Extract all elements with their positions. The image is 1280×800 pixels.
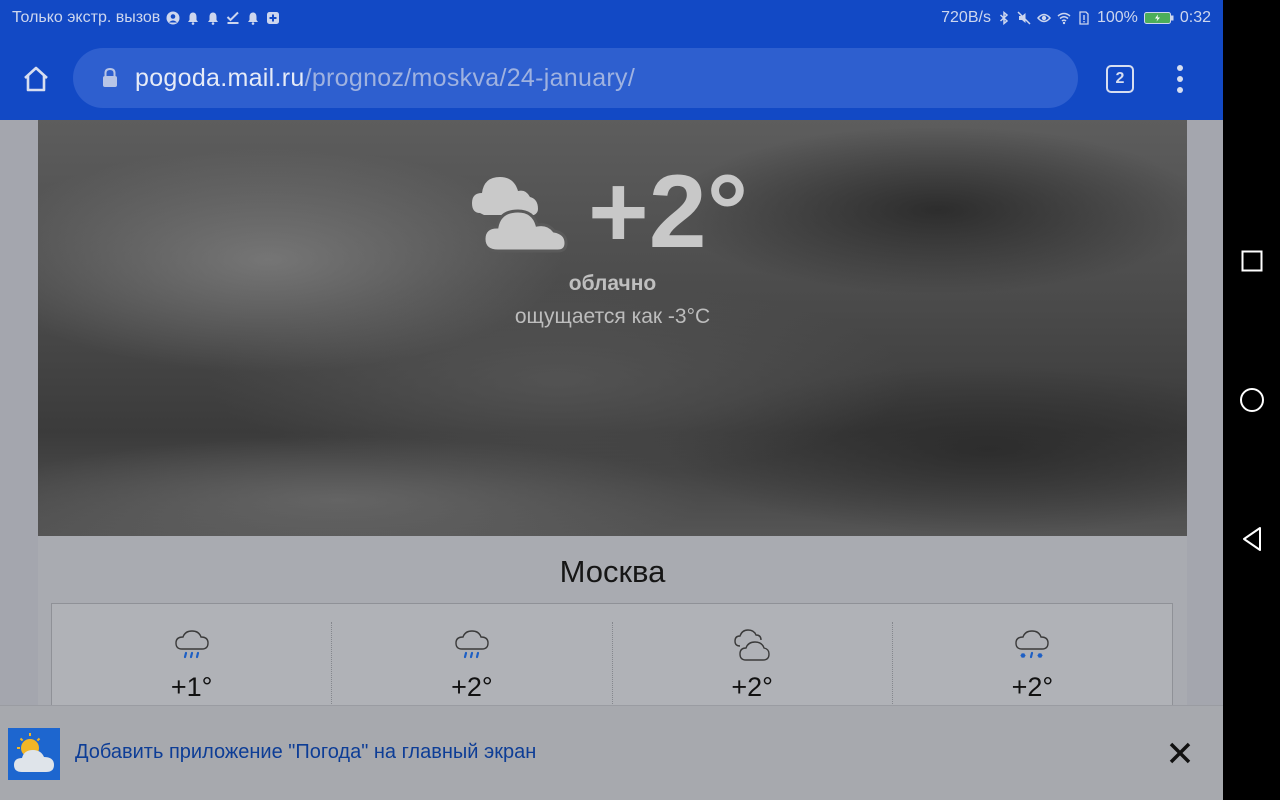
home-button[interactable] <box>16 59 56 99</box>
clock: 0:32 <box>1179 9 1211 26</box>
status-right: 720B/s 100% 0:32 <box>941 9 1211 27</box>
forecast-temp: +2° <box>1011 672 1054 702</box>
sim-alert-icon <box>1079 11 1089 25</box>
address-bar[interactable]: pogoda.mail.ru/prognoz/moskva/24-january… <box>73 48 1078 108</box>
forecast-temp: +2° <box>731 672 773 702</box>
app-icon <box>8 728 60 780</box>
add-box-icon <box>267 12 280 24</box>
back-triangle-icon <box>1242 527 1261 551</box>
battery-icon <box>1143 12 1174 24</box>
carrier-text: Только экстр. вызов <box>12 9 161 26</box>
recents-button[interactable] <box>1223 231 1280 291</box>
bell-icon <box>208 12 219 25</box>
feels-like: ощущается как -3°C <box>514 305 711 328</box>
browser-toolbar: pogoda.mail.ru/prognoz/moskva/24-january… <box>0 37 1223 120</box>
eye-icon <box>1036 13 1051 23</box>
forecast-temp: +2° <box>451 672 493 702</box>
tab-count: 2 <box>1115 70 1125 87</box>
rain-cloud-icon <box>455 630 489 659</box>
mute-icon <box>1017 11 1031 25</box>
add-to-homescreen-banner[interactable]: Добавить приложение "Погода" на главный … <box>0 705 1223 800</box>
current-weather: +2° <box>470 160 748 264</box>
forecast-temp: +1° <box>170 672 213 702</box>
bell-icon <box>188 12 199 25</box>
current-temperature: +2° <box>588 154 749 270</box>
net-speed: 720B/s <box>941 9 991 26</box>
url-path: /prognoz/moskva/24-january/ <box>304 63 636 92</box>
status-bar: Только экстр. вызов 720B/s 100% 0:32 <box>0 0 1223 37</box>
task-done-icon <box>227 11 239 24</box>
cloudy-icon <box>734 629 770 661</box>
sleet-cloud-icon <box>1015 630 1050 659</box>
battery-percent: 100% <box>1096 9 1138 26</box>
url-text: pogoda.mail.ru/prognoz/moskva/24-january… <box>135 64 635 93</box>
banner-text[interactable]: Добавить приложение "Погода" на главный … <box>75 741 536 764</box>
rain-cloud-icon <box>174 630 209 659</box>
menu-dot <box>1177 87 1183 93</box>
weather-condition: облачно <box>568 272 657 295</box>
square-icon <box>1241 250 1262 272</box>
lock-icon <box>103 67 117 87</box>
cloudy-icon <box>472 177 568 253</box>
close-icon[interactable] <box>1166 739 1194 767</box>
circle-icon <box>1239 388 1264 412</box>
overflow-menu-button[interactable] <box>1168 62 1192 96</box>
bluetooth-icon <box>999 11 1009 25</box>
url-host: pogoda.mail.ru <box>135 63 305 92</box>
menu-dot <box>1177 65 1183 71</box>
home-icon <box>24 66 48 92</box>
system-nav-bar <box>1223 0 1280 800</box>
home-nav-button[interactable] <box>1223 370 1280 430</box>
city-name: Москва <box>559 554 666 589</box>
wifi-icon <box>1057 12 1071 25</box>
tab-switcher-button[interactable]: 2 <box>1106 65 1134 93</box>
device-screen: Только экстр. вызов 720B/s 100% 0:32 pog… <box>0 0 1223 800</box>
bell-icon <box>248 12 259 25</box>
weather-hero: +2° облачно ощущается как -3°C <box>38 120 1187 536</box>
partly-cloudy-icon <box>14 733 54 772</box>
status-left: Только экстр. вызов <box>12 9 280 27</box>
menu-dot <box>1177 76 1183 82</box>
account-icon <box>166 11 180 25</box>
back-button[interactable] <box>1223 509 1280 569</box>
